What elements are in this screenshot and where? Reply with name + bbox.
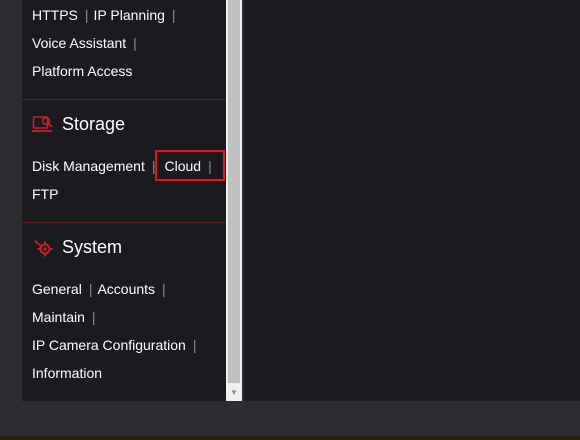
separator: | — [133, 35, 137, 51]
system-row-1: General | Accounts | — [32, 281, 171, 297]
sidebar-scrollbar[interactable]: ▼ — [226, 0, 242, 401]
system-gear-icon — [32, 236, 54, 258]
storage-title: Storage — [62, 113, 126, 134]
separator: | — [171, 7, 176, 23]
scroll-down-arrow-icon[interactable]: ▼ — [226, 385, 242, 399]
storage-icon — [32, 113, 54, 135]
separator: | — [91, 309, 96, 325]
link-platform-access[interactable]: Platform Access — [32, 63, 132, 79]
link-information[interactable]: Information — [32, 365, 102, 381]
link-ftp[interactable]: FTP — [32, 186, 58, 202]
link-voice-assistant[interactable]: Voice Assistant — [32, 35, 126, 51]
link-general[interactable]: General — [32, 281, 82, 297]
separator: | — [192, 337, 197, 353]
system-row-4: Information — [32, 365, 102, 381]
section-divider — [22, 99, 226, 100]
link-https[interactable]: HTTPS — [32, 7, 78, 23]
link-disk-management[interactable]: Disk Management — [32, 158, 145, 174]
network-row-1: HTTPS | IP Planning | — [32, 7, 181, 23]
storage-section-header: Storage — [32, 113, 125, 135]
storage-row-2: FTP — [32, 186, 58, 202]
link-ip-camera-configuration[interactable]: IP Camera Configuration — [32, 337, 186, 353]
system-section-header: System — [32, 236, 122, 258]
network-row-2: Voice Assistant | — [32, 35, 142, 51]
link-maintain[interactable]: Maintain — [32, 309, 85, 325]
system-row-2: Maintain | — [32, 309, 101, 325]
separator: | — [162, 281, 166, 297]
main-content-panel — [244, 0, 580, 401]
system-title: System — [62, 236, 123, 257]
network-row-3: Platform Access — [32, 63, 132, 79]
scrollbar-thumb[interactable] — [228, 0, 240, 383]
section-divider — [22, 222, 226, 223]
separator: | — [88, 281, 93, 297]
separator: | — [84, 7, 89, 23]
link-ip-planning[interactable]: IP Planning — [94, 7, 165, 23]
settings-sidebar: HTTPS | IP Planning | Voice Assistant | Plat… — [22, 0, 226, 401]
system-row-3: IP Camera Configuration | — [32, 337, 201, 353]
cloud-highlight-box — [155, 150, 225, 181]
link-accounts[interactable]: Accounts — [97, 281, 155, 297]
window-bottom-edge — [0, 436, 580, 440]
